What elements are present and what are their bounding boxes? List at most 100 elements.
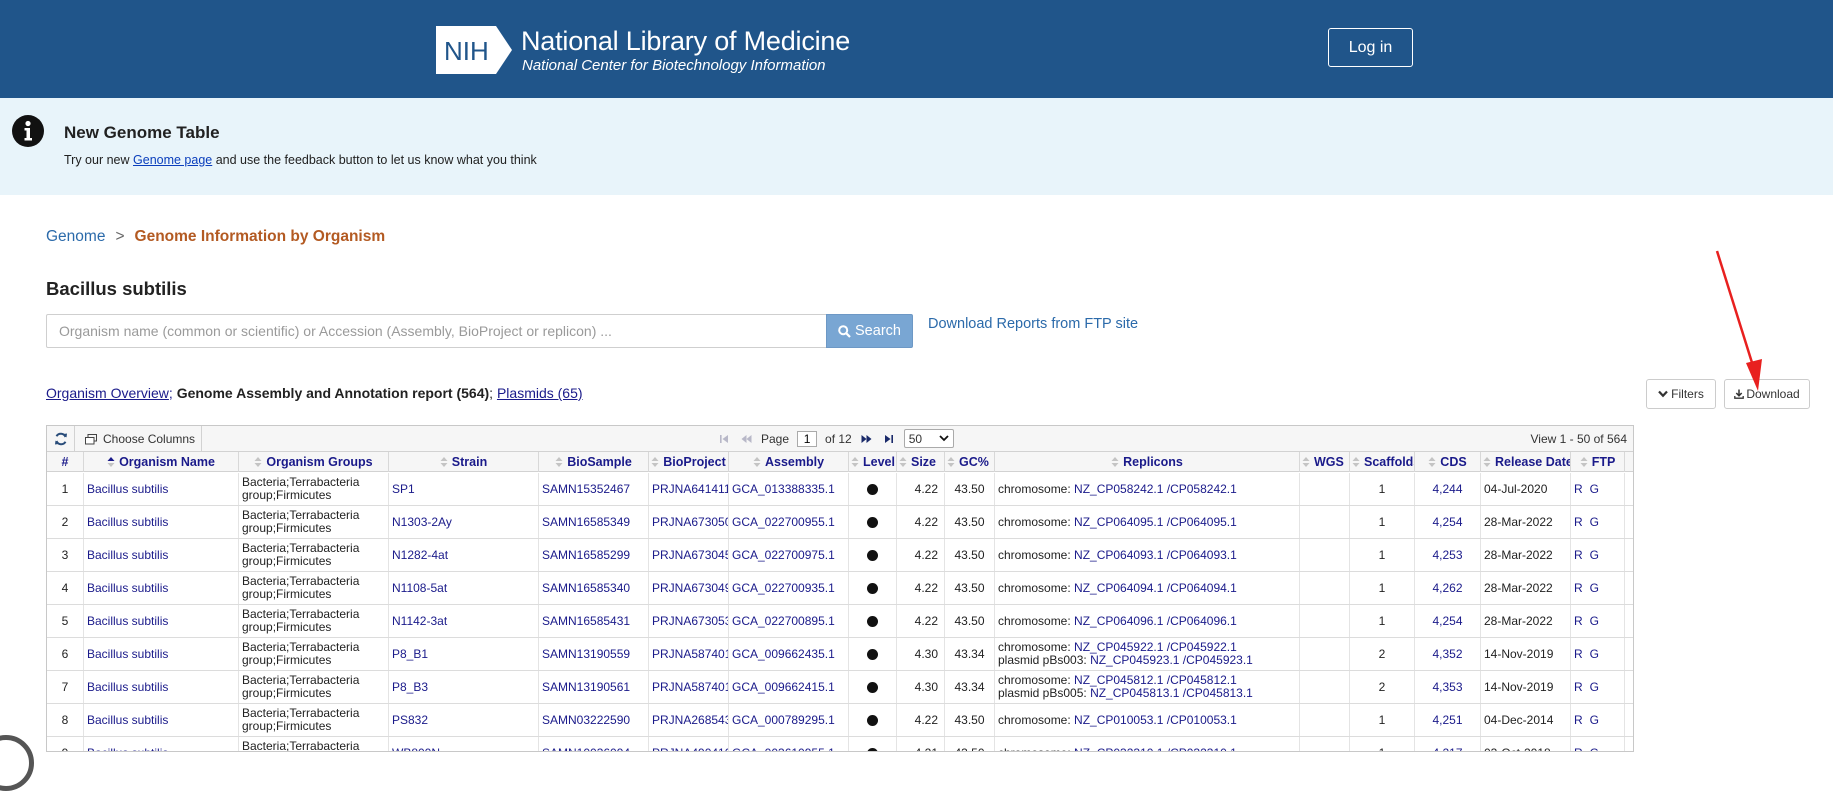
column-header-scaffolds[interactable]: Scaffolds [1350, 452, 1415, 472]
column-header-assembly[interactable]: Assembly [729, 452, 849, 472]
ftp-genbank-link[interactable]: G [1590, 647, 1599, 661]
ftp-refseq-link[interactable]: R [1574, 482, 1583, 496]
ftp-refseq-link[interactable]: R [1574, 713, 1583, 727]
replicon-accession-link[interactable]: NZ_CP045812.1 /CP045812.1 [1074, 673, 1237, 687]
cell-cds[interactable]: 4,244 [1415, 473, 1481, 505]
column-header-wgs[interactable]: WGS [1300, 452, 1350, 472]
cell-ftp[interactable]: RG [1571, 572, 1625, 604]
column-header-biosample[interactable]: BioSample [539, 452, 649, 472]
ftp-genbank-link[interactable]: G [1590, 581, 1599, 595]
cell-cds[interactable]: 4,254 [1415, 605, 1481, 637]
ftp-genbank-link[interactable]: G [1590, 746, 1599, 751]
cell-cds[interactable]: 4,254 [1415, 506, 1481, 538]
cell-biosample[interactable]: SAMN10036094 [539, 737, 649, 751]
prev-page-icon[interactable] [739, 432, 753, 446]
cell-ftp[interactable]: RG [1571, 737, 1625, 751]
ftp-refseq-link[interactable]: R [1574, 647, 1583, 661]
ftp-genbank-link[interactable]: G [1590, 713, 1599, 727]
cell-strain[interactable]: N1142-3at [389, 605, 539, 637]
breadcrumb-genome-link[interactable]: Genome [46, 228, 105, 245]
replicon-accession-link[interactable]: NZ_CP010053.1 /CP010053.1 [1074, 713, 1237, 727]
ftp-genbank-link[interactable]: G [1590, 680, 1599, 694]
cell-strain[interactable]: N1303-2Ay [389, 506, 539, 538]
column-header-num[interactable]: # [47, 452, 84, 472]
cell-organism[interactable]: Bacillus subtilis [84, 605, 239, 637]
cell-cds[interactable]: 4,217 [1415, 737, 1481, 751]
cell-strain[interactable]: P8_B1 [389, 638, 539, 670]
cell-strain[interactable]: N1282-4at [389, 539, 539, 571]
cell-strain[interactable]: P8_B3 [389, 671, 539, 703]
search-input[interactable] [46, 314, 827, 348]
cell-assembly[interactable]: GCA_000789295.1 [729, 704, 849, 736]
cell-bioproject[interactable]: PRJNA673049 [649, 572, 729, 604]
cell-bioproject[interactable]: PRJNA490410 [649, 737, 729, 751]
cell-bioproject[interactable]: PRJNA673050 [649, 506, 729, 538]
replicon-accession-link[interactable]: NZ_CP064093.1 /CP064093.1 [1074, 548, 1237, 562]
ftp-refseq-link[interactable]: R [1574, 680, 1583, 694]
cell-assembly[interactable]: GCA_022700975.1 [729, 539, 849, 571]
cell-cds[interactable]: 4,262 [1415, 572, 1481, 604]
replicon-accession-link[interactable]: NZ_CP032310.1 /CP032310.1 [1074, 746, 1237, 751]
column-header-gc[interactable]: GC% [945, 452, 995, 472]
organism-overview-link[interactable]: Organism Overview [46, 385, 169, 401]
cell-organism[interactable]: Bacillus subtilis [84, 473, 239, 505]
cell-biosample[interactable]: SAMN16585349 [539, 506, 649, 538]
ftp-refseq-link[interactable]: R [1574, 746, 1583, 751]
cell-ftp[interactable]: RG [1571, 704, 1625, 736]
cell-organism[interactable]: Bacillus subtilis [84, 737, 239, 751]
ftp-genbank-link[interactable]: G [1590, 614, 1599, 628]
cell-organism[interactable]: Bacillus subtilis [84, 638, 239, 670]
column-header-organism-groups[interactable]: Organism Groups [239, 452, 389, 472]
first-page-icon[interactable] [717, 432, 731, 446]
column-header-ftp[interactable]: FTP [1571, 452, 1625, 472]
ftp-refseq-link[interactable]: R [1574, 614, 1583, 628]
cell-cds[interactable]: 4,253 [1415, 539, 1481, 571]
cell-organism[interactable]: Bacillus subtilis [84, 572, 239, 604]
cell-bioproject[interactable]: PRJNA587401 [649, 671, 729, 703]
cell-assembly[interactable]: GCA_003610955.1 [729, 737, 849, 751]
cell-bioproject[interactable]: PRJNA587401 [649, 638, 729, 670]
cell-assembly[interactable]: GCA_022700935.1 [729, 572, 849, 604]
column-header-bioproject[interactable]: BioProject [649, 452, 729, 472]
cell-organism[interactable]: Bacillus subtilis [84, 671, 239, 703]
plasmids-link[interactable]: Plasmids (65) [497, 385, 583, 401]
refresh-button[interactable] [47, 426, 75, 451]
cell-biosample[interactable]: SAMN13190561 [539, 671, 649, 703]
last-page-icon[interactable] [882, 432, 896, 446]
cell-strain[interactable]: N1108-5at [389, 572, 539, 604]
cell-cds[interactable]: 4,352 [1415, 638, 1481, 670]
cell-assembly[interactable]: GCA_022700955.1 [729, 506, 849, 538]
cell-bioproject[interactable]: PRJNA673045 [649, 539, 729, 571]
replicon-accession-link[interactable]: NZ_CP045813.1 /CP045813.1 [1090, 686, 1253, 700]
cell-ftp[interactable]: RG [1571, 605, 1625, 637]
replicon-accession-link[interactable]: NZ_CP064095.1 /CP064095.1 [1074, 515, 1237, 529]
column-header-level[interactable]: Level [849, 452, 897, 472]
cell-ftp[interactable]: RG [1571, 638, 1625, 670]
cell-organism[interactable]: Bacillus subtilis [84, 539, 239, 571]
next-page-icon[interactable] [860, 432, 874, 446]
cell-strain[interactable]: WB800N [389, 737, 539, 751]
cell-organism[interactable]: Bacillus subtilis [84, 506, 239, 538]
ftp-genbank-link[interactable]: G [1590, 515, 1599, 529]
cell-assembly[interactable]: GCA_022700895.1 [729, 605, 849, 637]
cell-ftp[interactable]: RG [1571, 506, 1625, 538]
choose-columns-button[interactable]: Choose Columns [85, 432, 195, 446]
column-header-strain[interactable]: Strain [389, 452, 539, 472]
nih-logo-icon[interactable]: NIH [436, 26, 512, 74]
page-number-input[interactable] [797, 430, 818, 447]
ftp-refseq-link[interactable]: R [1574, 515, 1583, 529]
login-button[interactable]: Log in [1328, 28, 1413, 67]
cell-biosample[interactable]: SAMN16585340 [539, 572, 649, 604]
column-header-cds[interactable]: CDS [1415, 452, 1481, 472]
cell-biosample[interactable]: SAMN13190559 [539, 638, 649, 670]
cell-bioproject[interactable]: PRJNA641411 [649, 473, 729, 505]
ftp-refseq-link[interactable]: R [1574, 548, 1583, 562]
cell-biosample[interactable]: SAMN16585299 [539, 539, 649, 571]
cell-assembly[interactable]: GCA_013388335.1 [729, 473, 849, 505]
column-header-replicons[interactable]: Replicons [995, 452, 1300, 472]
cell-biosample[interactable]: SAMN15352467 [539, 473, 649, 505]
column-header-release-date[interactable]: Release Date [1481, 452, 1571, 472]
genome-page-link[interactable]: Genome page [133, 153, 212, 167]
cell-biosample[interactable]: SAMN03222590 [539, 704, 649, 736]
cell-ftp[interactable]: RG [1571, 539, 1625, 571]
